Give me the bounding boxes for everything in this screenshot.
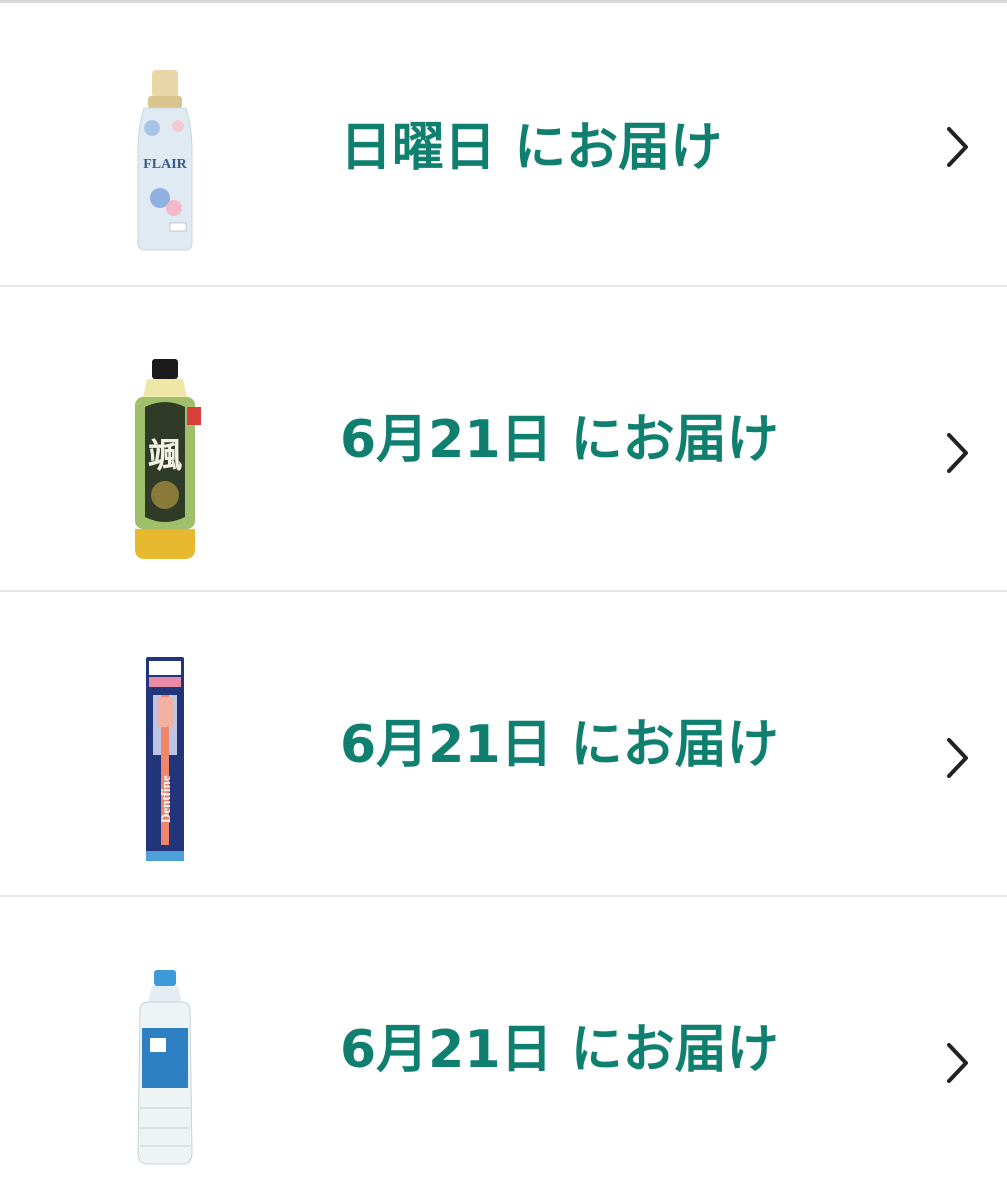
- chevron-right-icon: [947, 433, 968, 473]
- product-thumbnail: FLAIR: [110, 58, 220, 263]
- delivery-row[interactable]: 颯 6月21日 にお届け: [0, 287, 1007, 592]
- fabric-softener-bottle-icon: FLAIR: [137, 70, 193, 251]
- product-brand-text: 颯: [148, 436, 182, 476]
- delivery-date-label: 日曜日 にお届け: [340, 118, 723, 178]
- product-brand-text: FLAIR: [143, 157, 187, 172]
- toothbrush-package-icon: Dentfine: [146, 656, 184, 861]
- delivery-row[interactable]: FLAIR 日曜日 にお届け: [0, 3, 1007, 287]
- product-brand-text: Dentfine: [158, 775, 173, 823]
- green-tea-bottle-icon: 颯: [135, 359, 201, 559]
- chevron-right-icon: [947, 127, 968, 167]
- delivery-date-label: 6月21日 にお届け: [340, 1020, 779, 1080]
- product-thumbnail: 颯: [110, 357, 220, 562]
- delivery-date-label: 6月21日 にお届け: [340, 715, 779, 775]
- product-thumbnail: Dentfine: [110, 656, 220, 862]
- product-thumbnail: [110, 965, 220, 1170]
- chevron-right-icon: [947, 738, 968, 778]
- delivery-date-label: 6月21日 にお届け: [340, 410, 779, 470]
- chevron-right-icon: [947, 1043, 968, 1083]
- water-bottle-icon: [137, 969, 193, 1164]
- delivery-row[interactable]: Dentfine 6月21日 にお届け: [0, 592, 1007, 897]
- delivery-row[interactable]: 6月21日 にお届け: [0, 897, 1007, 1202]
- delivery-list: FLAIR 日曜日 にお届け 颯 6月21日 にお届け Dentfine 6月2…: [0, 3, 1007, 1202]
